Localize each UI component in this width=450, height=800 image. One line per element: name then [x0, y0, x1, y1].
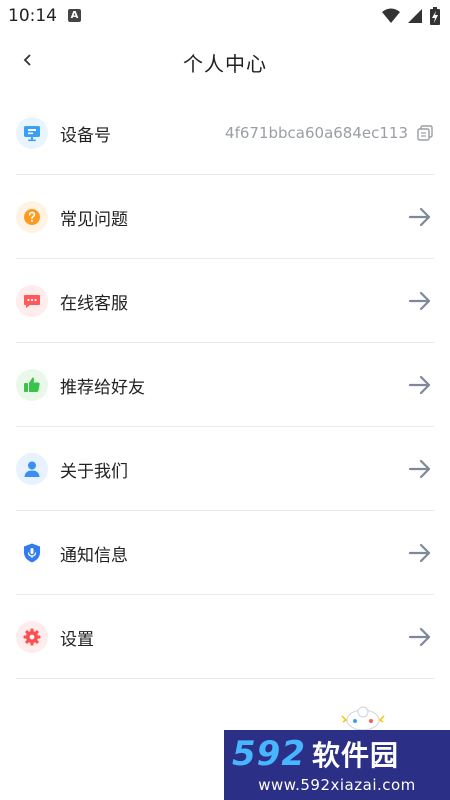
- watermark-banner: 592 软件园 www.592xiazai.com: [224, 730, 450, 800]
- status-icons: [382, 6, 440, 26]
- gamepad-mascot-icon: [341, 706, 385, 731]
- watermark-title: 592 软件园: [232, 734, 399, 774]
- menu-item-device[interactable]: 设备号 4f671bbca60a684ec113: [16, 92, 434, 175]
- menu-item-label: 在线客服: [60, 293, 128, 314]
- menu-list: 设备号 4f671bbca60a684ec113 常见问题 在线客服 推荐给好友…: [16, 92, 434, 679]
- arrow-right-icon: [408, 291, 431, 311]
- menu-item-label: 推荐给好友: [60, 377, 145, 398]
- menu-item-online-service[interactable]: 在线客服: [16, 260, 434, 343]
- menu-item-faq[interactable]: 常见问题: [16, 176, 434, 259]
- menu-item-settings[interactable]: 设置: [16, 596, 434, 679]
- status-bar: 10:14 A: [0, 0, 450, 32]
- arrow-right-icon: [408, 375, 431, 395]
- faq-icon-wrap: [16, 201, 48, 233]
- signal-icon: [408, 9, 422, 23]
- page-title: 个人中心: [183, 52, 267, 76]
- header: 个人中心: [0, 32, 450, 90]
- menu-item-notifications[interactable]: 通知信息: [16, 512, 434, 595]
- menu-item-label: 关于我们: [60, 461, 128, 482]
- menu-item-label: 设置: [60, 629, 94, 650]
- service-icon-wrap: [16, 285, 48, 317]
- arrow-right-icon: [408, 627, 431, 647]
- battery-icon: [430, 7, 440, 25]
- menu-item-label: 设备号: [60, 125, 111, 146]
- notify-icon-wrap: [16, 537, 48, 569]
- watermark-name: 软件园: [311, 739, 399, 772]
- menu-item-recommend[interactable]: 推荐给好友: [16, 344, 434, 427]
- arrow-right-icon: [408, 207, 431, 227]
- watermark-number: 592: [232, 734, 306, 774]
- gear-icon: [23, 628, 41, 646]
- recommend-icon-wrap: [16, 369, 48, 401]
- copy-icon[interactable]: [416, 124, 434, 142]
- menu-item-about[interactable]: 关于我们: [16, 428, 434, 511]
- status-time: 10:14: [8, 6, 57, 26]
- wifi-icon: [382, 8, 400, 23]
- shield-icon: [24, 543, 40, 563]
- chat-icon: [24, 295, 40, 308]
- device-icon-wrap: [16, 117, 48, 149]
- arrow-right-icon: [408, 543, 431, 563]
- user-icon: [24, 461, 40, 477]
- notification-a-icon: A: [68, 9, 81, 22]
- device-id-value: 4f671bbca60a684ec113: [225, 124, 408, 142]
- settings-icon-wrap: [16, 621, 48, 653]
- monitor-icon: [24, 126, 40, 142]
- watermark-url: www.592xiazai.com: [258, 776, 416, 794]
- thumbs-up-icon: [24, 377, 40, 392]
- arrow-right-icon: [408, 459, 431, 479]
- question-icon: [24, 209, 40, 225]
- menu-item-label: 常见问题: [60, 209, 128, 230]
- about-icon-wrap: [16, 453, 48, 485]
- menu-item-label: 通知信息: [60, 545, 128, 566]
